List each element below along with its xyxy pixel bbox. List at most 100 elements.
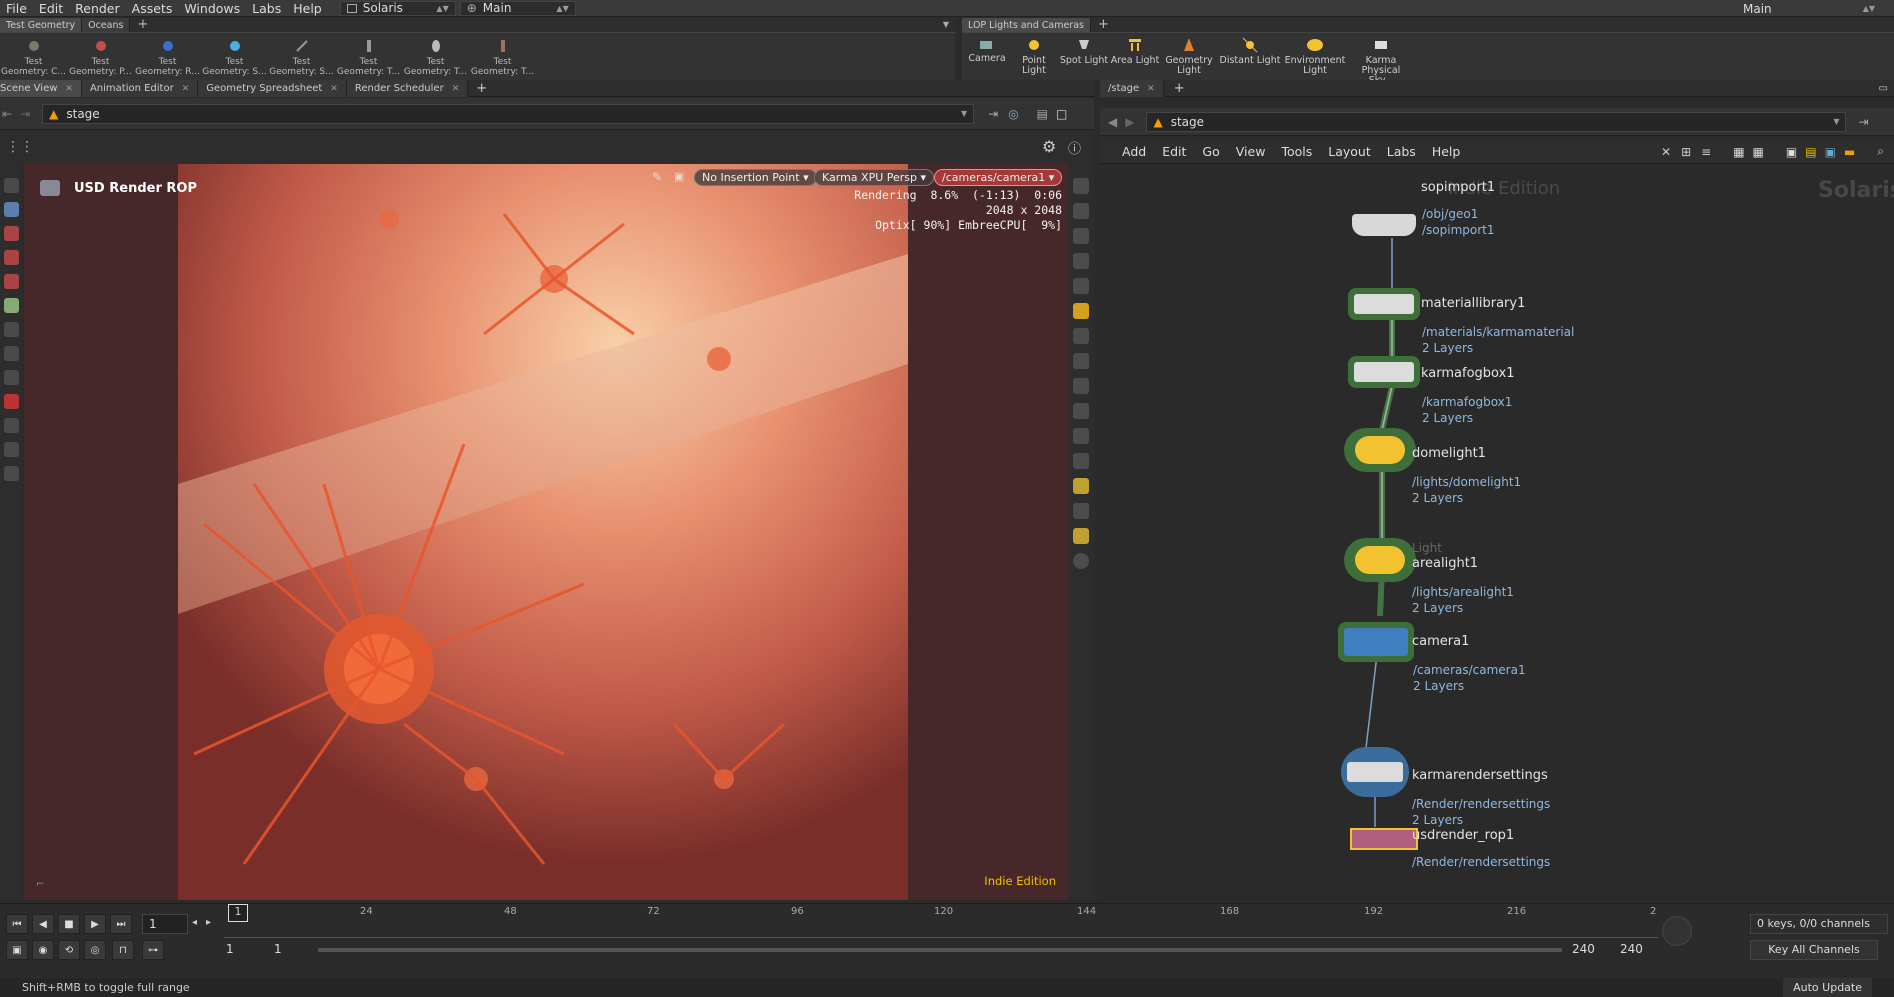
shelf-menu-icon[interactable]: ▼ [943, 18, 955, 32]
add-tab-button[interactable]: + [468, 81, 495, 96]
wrench-icon[interactable]: ✕ [1661, 145, 1671, 159]
path-field[interactable]: ▲ stage ▼ [42, 103, 975, 124]
close-icon[interactable]: ✕ [65, 84, 73, 94]
node-materiallibrary1[interactable] [1348, 288, 1420, 320]
menu-file[interactable]: File [0, 1, 33, 16]
add-tab-button[interactable]: + [1164, 81, 1195, 96]
select-icon[interactable] [3, 178, 19, 193]
list-icon[interactable]: ≡ [1701, 145, 1711, 159]
right-desktop-selector[interactable]: Main ▲▼ [1722, 1, 1882, 16]
menu-edit[interactable]: Edit [33, 1, 69, 16]
help-icon[interactable]: ⓘ [1068, 138, 1081, 157]
chevron-down-icon[interactable]: ▼ [961, 109, 967, 118]
net-menu-add[interactable]: Add [1114, 144, 1154, 159]
grid-icon[interactable]: ▦ [1733, 145, 1744, 159]
camera-pin-icon[interactable] [1073, 253, 1089, 269]
node-karmarendersettings[interactable] [1341, 747, 1409, 797]
net-menu-tools[interactable]: Tools [1273, 144, 1320, 159]
tool-test-geometry-p[interactable]: Test Geometry: P... [67, 37, 134, 77]
desktop-selector[interactable]: Solaris ▲▼ [339, 0, 456, 16]
maximize-icon[interactable]: □ [1056, 107, 1067, 121]
shelf-tab-oceans[interactable]: Oceans [82, 18, 131, 32]
tool-test-geometry-s[interactable]: Test Geometry: S... [201, 37, 268, 77]
palette-icon[interactable]: ▬ [1844, 145, 1855, 159]
pose-icon[interactable] [3, 322, 19, 337]
sphere-icon[interactable] [1073, 278, 1089, 294]
pencil-icon[interactable]: ✎ [652, 170, 662, 184]
range-icon[interactable]: ⊓ [112, 940, 134, 960]
shelf-tab-lop-lights[interactable]: LOP Lights and Cameras [962, 18, 1091, 32]
tool-distant-light[interactable]: Distant Light [1218, 37, 1282, 86]
ghost-icon[interactable] [1073, 378, 1089, 394]
menu-render[interactable]: Render [69, 1, 126, 16]
tab-scene-view[interactable]: Scene View ✕ [0, 79, 82, 97]
network-path-field[interactable]: ▲ stage ▼ [1146, 111, 1847, 132]
menu-labs[interactable]: Labs [246, 1, 287, 16]
edit-icon[interactable] [3, 370, 19, 385]
pin-icon[interactable]: ⇥ [1858, 115, 1868, 129]
image-icon[interactable]: ▣ [1786, 145, 1797, 159]
tab-animation-editor[interactable]: Animation Editor ✕ [81, 79, 199, 97]
camera-dropdown[interactable]: /cameras/camera1 ▾ [934, 169, 1063, 186]
range-start-field-2[interactable]: 1 [268, 940, 312, 960]
step-forward-icon[interactable]: ▸ [206, 917, 211, 928]
range-end-field-2[interactable]: 240 [1614, 940, 1660, 960]
step-back-icon[interactable]: ◂ [192, 917, 197, 928]
tab-stage[interactable]: /stage ✕ [1100, 79, 1164, 97]
node-domelight1[interactable] [1344, 428, 1416, 472]
viewport[interactable]: USD Render ROP ✎ ▣ Rendering 8.6% (-1:13… [24, 164, 1068, 900]
key-all-channels-button[interactable]: Key All Channels [1750, 940, 1878, 960]
lock-icon[interactable] [3, 202, 19, 217]
lock-icon[interactable]: ▣ [674, 170, 684, 183]
link-icon[interactable]: ◎ [1008, 107, 1018, 121]
gear-icon[interactable]: ⚙ [1042, 137, 1056, 156]
realtime-icon[interactable]: ▣ [6, 940, 28, 960]
snap-icon[interactable] [3, 442, 19, 457]
play-button[interactable]: ▶ [84, 914, 106, 934]
net-menu-help[interactable]: Help [1424, 144, 1469, 159]
tool-test-geometry-s2[interactable]: Test Geometry: S... [268, 37, 335, 77]
pane-menu-icon[interactable]: ▭ [1879, 83, 1894, 94]
pause-icon[interactable] [1073, 403, 1089, 419]
loop-icon[interactable]: ⟲ [58, 940, 80, 960]
frame-marker[interactable]: 1 [228, 904, 248, 922]
shelf-tab-test-geometry[interactable]: Test Geometry [0, 18, 83, 32]
auto-update-button[interactable]: Auto Update [1783, 978, 1872, 997]
current-frame-field[interactable]: 1 [142, 914, 188, 934]
grid-dots-icon[interactable]: ⋮⋮ [6, 139, 34, 155]
context-selector[interactable]: ⊕ Main ▲▼ [459, 0, 576, 16]
insertion-point-dropdown[interactable]: No Insertion Point ▾ [694, 169, 817, 186]
shading-icon[interactable] [1073, 203, 1089, 219]
tool-test-geometry-t[interactable]: Test Geometry: T... [335, 37, 402, 77]
headlight-icon[interactable] [1073, 328, 1089, 344]
close-icon[interactable]: ✕ [330, 84, 338, 94]
snapshot-icon[interactable] [1073, 353, 1089, 369]
light-bulb-icon[interactable] [1073, 303, 1089, 319]
net-menu-edit[interactable]: Edit [1154, 144, 1194, 159]
note-icon[interactable]: ▤ [1805, 145, 1816, 159]
lock-camera-icon[interactable] [1073, 228, 1089, 244]
range-start-field[interactable]: 1 [220, 940, 264, 960]
net-menu-go[interactable]: Go [1194, 144, 1227, 159]
bbox-icon[interactable] [1073, 453, 1089, 469]
stop-button[interactable]: ■ [58, 914, 80, 934]
grid2-icon[interactable]: ▦ [1753, 145, 1764, 159]
node-camera1[interactable] [1338, 622, 1414, 662]
range-slider[interactable] [318, 948, 1562, 952]
node-karmafogbox1[interactable] [1348, 356, 1420, 388]
dot-icon[interactable] [1073, 553, 1089, 569]
rotate-icon[interactable] [3, 250, 19, 265]
close-icon[interactable]: ✕ [452, 84, 460, 94]
tool-camera[interactable]: Camera [964, 37, 1010, 86]
tool-geometry-light[interactable]: Geometry Light [1160, 37, 1218, 86]
search-icon[interactable]: ⌕ [1877, 144, 1884, 159]
close-icon[interactable]: ✕ [182, 84, 190, 94]
network-canvas[interactable]: Indie Edition Solaris sopimport1 /obj/ge… [1100, 164, 1894, 900]
add-shelf-tab-button[interactable]: + [130, 18, 155, 32]
back-icon[interactable]: ◀ [1108, 115, 1117, 129]
menu-windows[interactable]: Windows [178, 1, 246, 16]
net-menu-layout[interactable]: Layout [1320, 144, 1379, 159]
sync-icon[interactable]: ◎ [84, 940, 106, 960]
tab-render-scheduler[interactable]: Render Scheduler ✕ [346, 79, 469, 97]
tree-icon[interactable]: ⊞ [1681, 145, 1691, 159]
